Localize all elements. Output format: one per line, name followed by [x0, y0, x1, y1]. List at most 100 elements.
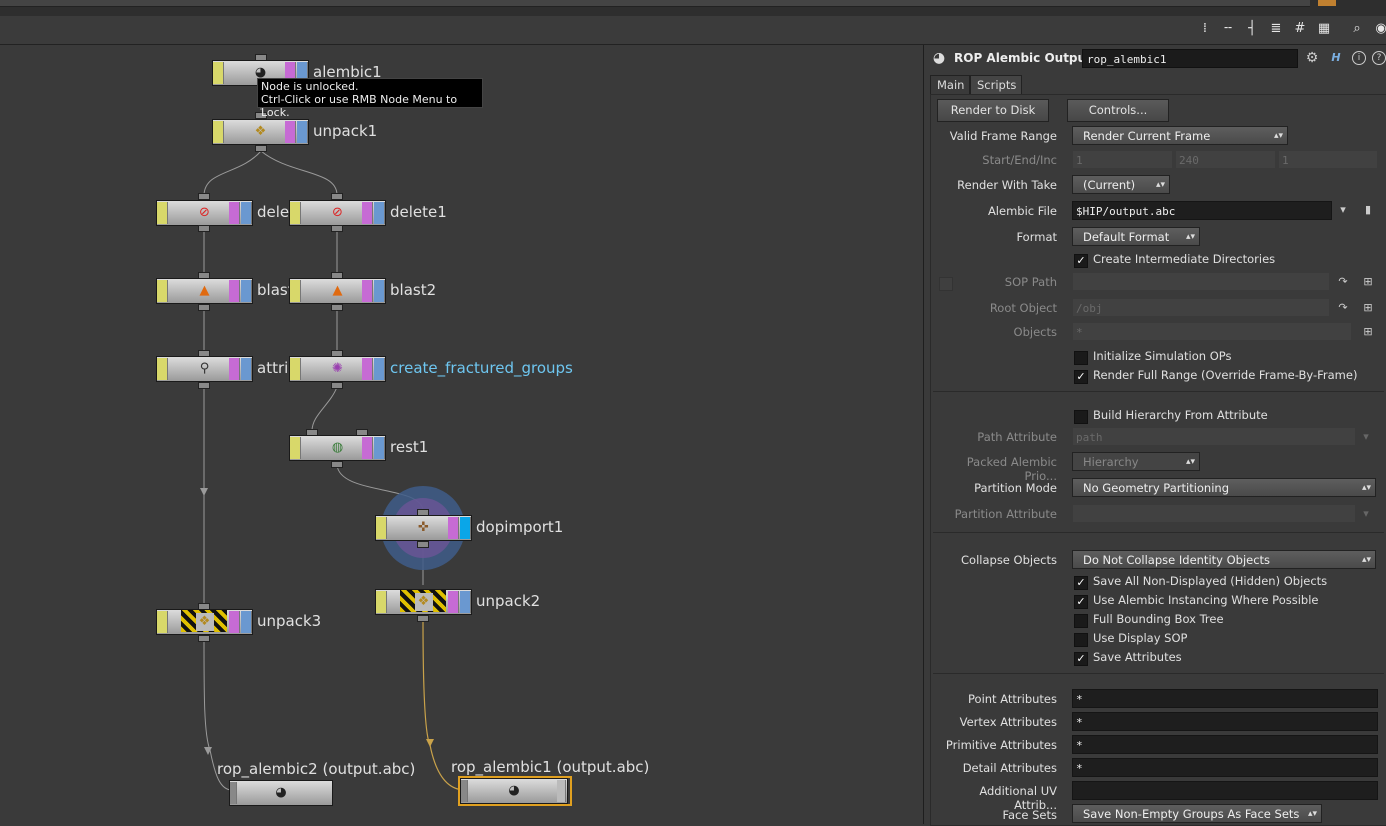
template-flag[interactable]: [448, 517, 459, 539]
dropdown-arrow-icon[interactable]: ▾: [1336, 203, 1350, 217]
collapse-objects-menu[interactable]: Do Not Collapse Identity Objects ▴▾: [1072, 550, 1376, 569]
bypass-flag[interactable]: [157, 280, 168, 302]
node-unpack3[interactable]: ❖: [156, 609, 253, 635]
grid2-icon[interactable]: #: [1291, 20, 1309, 38]
node-rop-alembic1[interactable]: ◕: [458, 776, 572, 806]
display-flag[interactable]: [241, 202, 252, 224]
node-chooser-icon[interactable]: ⊞: [1361, 325, 1375, 339]
display-flag[interactable]: [241, 611, 252, 633]
partition-mode-menu[interactable]: No Geometry Partitioning ▴▾: [1072, 478, 1376, 497]
node-blast1[interactable]: ▲: [156, 278, 253, 304]
point-attributes-field[interactable]: *: [1072, 689, 1378, 708]
template-flag[interactable]: [285, 121, 296, 143]
input-tab[interactable]: [461, 780, 468, 802]
network-editor[interactable]: ◕ alembic1 ❖ unpack1 ⊘ dele ⊘ delete1 ▲ …: [0, 45, 922, 824]
node-input[interactable]: [198, 193, 210, 200]
node-output[interactable]: [331, 304, 343, 311]
alembic-file-field[interactable]: $HIP/output.abc: [1072, 201, 1332, 220]
node-dopimport1[interactable]: ✜: [375, 515, 472, 541]
node-create-fractured-groups[interactable]: ✺: [289, 356, 386, 382]
bypass-flag[interactable]: [290, 358, 301, 380]
template-flag[interactable]: [448, 591, 459, 613]
bypass-flag[interactable]: [157, 611, 168, 633]
render-with-take-menu[interactable]: (Current) ▴▾: [1072, 175, 1170, 194]
vertex-attributes-field[interactable]: *: [1072, 712, 1378, 731]
valid-frame-range-menu[interactable]: Render Current Frame ▴▾: [1072, 126, 1288, 145]
save-attributes-checkbox[interactable]: ✓: [1074, 652, 1088, 666]
display-flag[interactable]: [241, 358, 252, 380]
root-object-field[interactable]: /obj: [1072, 298, 1330, 317]
bypass-flag[interactable]: [213, 121, 224, 143]
node-output[interactable]: [417, 615, 429, 622]
align-icon[interactable]: ⁞: [1196, 20, 1214, 38]
node-chooser-icon[interactable]: ⊞: [1361, 301, 1375, 315]
detail-attributes-field[interactable]: *: [1072, 758, 1378, 777]
template-flag[interactable]: [362, 280, 373, 302]
packed-priority-menu[interactable]: Hierarchy ▴▾: [1072, 452, 1200, 471]
node-output[interactable]: [331, 461, 343, 468]
node-attri[interactable]: ⚲: [156, 356, 253, 382]
objects-field[interactable]: *: [1072, 322, 1352, 341]
display-flag[interactable]: [460, 591, 471, 613]
node-name-field[interactable]: rop_alembic1: [1082, 49, 1298, 68]
full-bbox-checkbox[interactable]: [1074, 614, 1088, 628]
node-output[interactable]: [198, 382, 210, 389]
node-output[interactable]: [255, 145, 267, 152]
node-output[interactable]: [417, 541, 429, 548]
help-h-icon[interactable]: H: [1329, 51, 1343, 65]
node-output[interactable]: [331, 225, 343, 232]
path-attribute-field[interactable]: path: [1072, 427, 1356, 446]
bypass-flag[interactable]: [290, 280, 301, 302]
bypass-flag[interactable]: [376, 517, 387, 539]
jump-icon[interactable]: ↷: [1336, 275, 1350, 289]
template-flag[interactable]: [229, 202, 240, 224]
node-rest1[interactable]: ◍: [289, 435, 386, 461]
display-flag[interactable]: [374, 437, 385, 459]
info-icon[interactable]: i: [1352, 51, 1366, 65]
grid-icon[interactable]: ≣: [1267, 20, 1285, 38]
tab-main[interactable]: Main: [930, 75, 970, 95]
additional-uv-field[interactable]: [1072, 781, 1378, 800]
bypass-flag[interactable]: [157, 358, 168, 380]
file-browse-icon[interactable]: ▮: [1361, 203, 1375, 217]
sop-path-field[interactable]: [1072, 272, 1330, 291]
template-flag[interactable]: [362, 437, 373, 459]
node-input[interactable]: [331, 193, 343, 200]
save-hidden-checkbox[interactable]: ✓: [1074, 576, 1088, 590]
end-frame-field[interactable]: 240: [1175, 150, 1276, 169]
display-flag[interactable]: [241, 280, 252, 302]
grid3-icon[interactable]: ▦: [1315, 20, 1333, 38]
node-output[interactable]: [198, 635, 210, 642]
render-to-disk-button[interactable]: Render to Disk: [937, 99, 1049, 122]
display-flag[interactable]: [557, 780, 566, 802]
bypass-flag[interactable]: [157, 202, 168, 224]
format-menu[interactable]: Default Format ▴▾: [1072, 227, 1200, 246]
node-chooser-icon[interactable]: ⊞: [1361, 275, 1375, 289]
eye-icon[interactable]: ◉: [1372, 20, 1386, 38]
inc-frame-field[interactable]: 1: [1278, 150, 1378, 169]
bypass-flag[interactable]: [290, 437, 301, 459]
use-display-sop-checkbox[interactable]: [1074, 633, 1088, 647]
tab-scripts[interactable]: Scripts: [970, 75, 1022, 95]
bypass-flag[interactable]: [290, 202, 301, 224]
template-flag[interactable]: [229, 280, 240, 302]
question-icon[interactable]: ?: [1372, 51, 1386, 65]
partition-attribute-field[interactable]: [1072, 504, 1356, 523]
build-hierarchy-checkbox[interactable]: [1074, 410, 1088, 424]
node-unpack2[interactable]: ❖: [375, 589, 472, 615]
node-rop-alembic2[interactable]: ◕: [229, 780, 333, 806]
node-dele[interactable]: ⊘: [156, 200, 253, 226]
snap-icon[interactable]: ┤: [1243, 20, 1261, 38]
display-flag[interactable]: [297, 121, 308, 143]
bypass-flag[interactable]: [376, 591, 387, 613]
node-output[interactable]: [198, 304, 210, 311]
search-icon[interactable]: ⌕: [1348, 20, 1366, 38]
dropdown-arrow-icon[interactable]: ▾: [1359, 430, 1373, 444]
init-sim-checkbox[interactable]: [1074, 351, 1088, 365]
template-flag[interactable]: [229, 358, 240, 380]
face-sets-menu[interactable]: Save Non-Empty Groups As Face Sets ▴▾: [1072, 804, 1322, 823]
node-output[interactable]: [198, 225, 210, 232]
node-blast2[interactable]: ▲: [289, 278, 386, 304]
gear-icon[interactable]: ⚙: [1305, 51, 1319, 65]
layout-icon[interactable]: ╌: [1219, 20, 1237, 38]
